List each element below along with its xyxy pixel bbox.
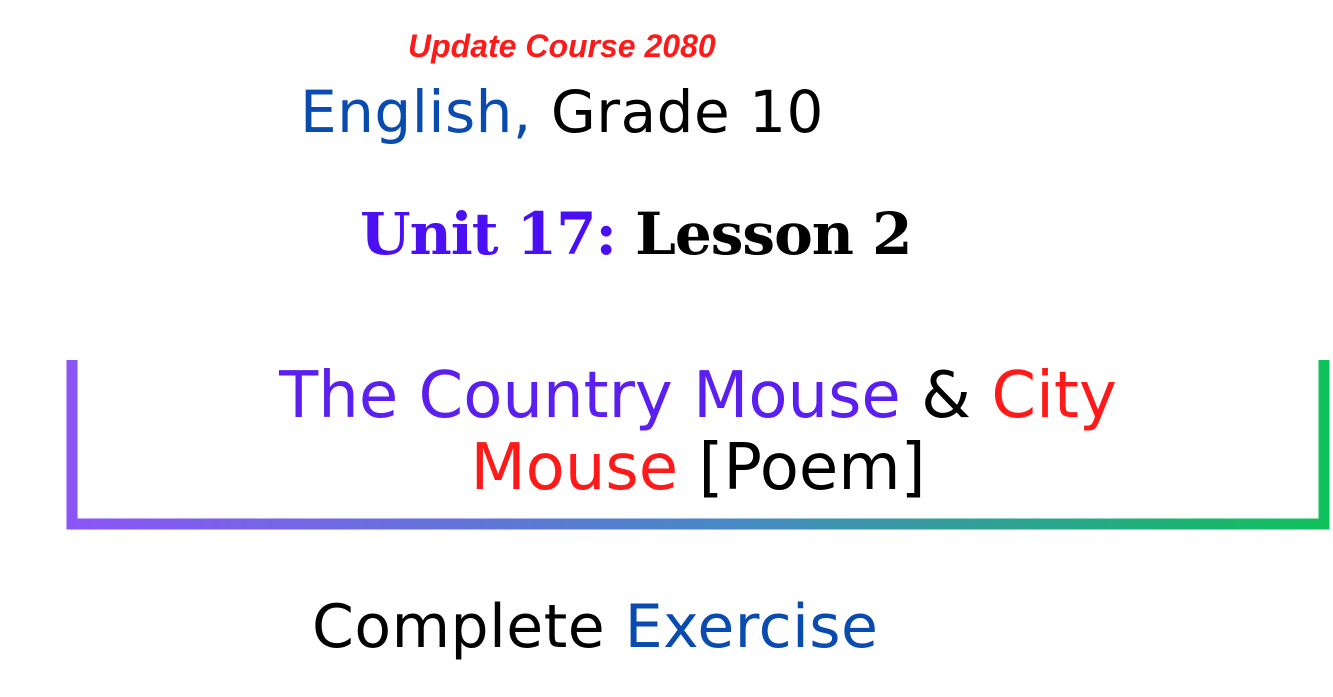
title-ampersand: & — [921, 359, 972, 433]
unit-label: Unit 17: — [360, 200, 617, 268]
exercise-word: Exercise — [624, 592, 879, 662]
title-row-2: Mouse [Poem] — [66, 432, 1330, 504]
title-frame: The Country Mouse & City Mouse [Poem] — [66, 360, 1330, 532]
unit-heading: Unit 17: Lesson 2 — [360, 200, 913, 268]
grade-label: Grade 10 — [550, 78, 824, 146]
complete-word: Complete — [312, 592, 606, 662]
title-part-city: City — [991, 359, 1117, 433]
subject-name: English, — [300, 78, 532, 146]
course-tagline: Update Course 2080 — [408, 28, 716, 64]
exercise-heading: Complete Exercise — [312, 592, 878, 662]
title-row-1: The Country Mouse & City — [66, 360, 1330, 432]
title-part-mouse: Mouse — [470, 431, 679, 505]
lesson-label: Lesson 2 — [635, 200, 912, 268]
lesson-title: The Country Mouse & City Mouse [Poem] — [66, 360, 1330, 504]
title-part-country-mouse: The Country Mouse — [279, 359, 901, 433]
subject-heading: English, Grade 10 — [300, 78, 824, 146]
title-part-poem: [Poem] — [698, 431, 926, 505]
